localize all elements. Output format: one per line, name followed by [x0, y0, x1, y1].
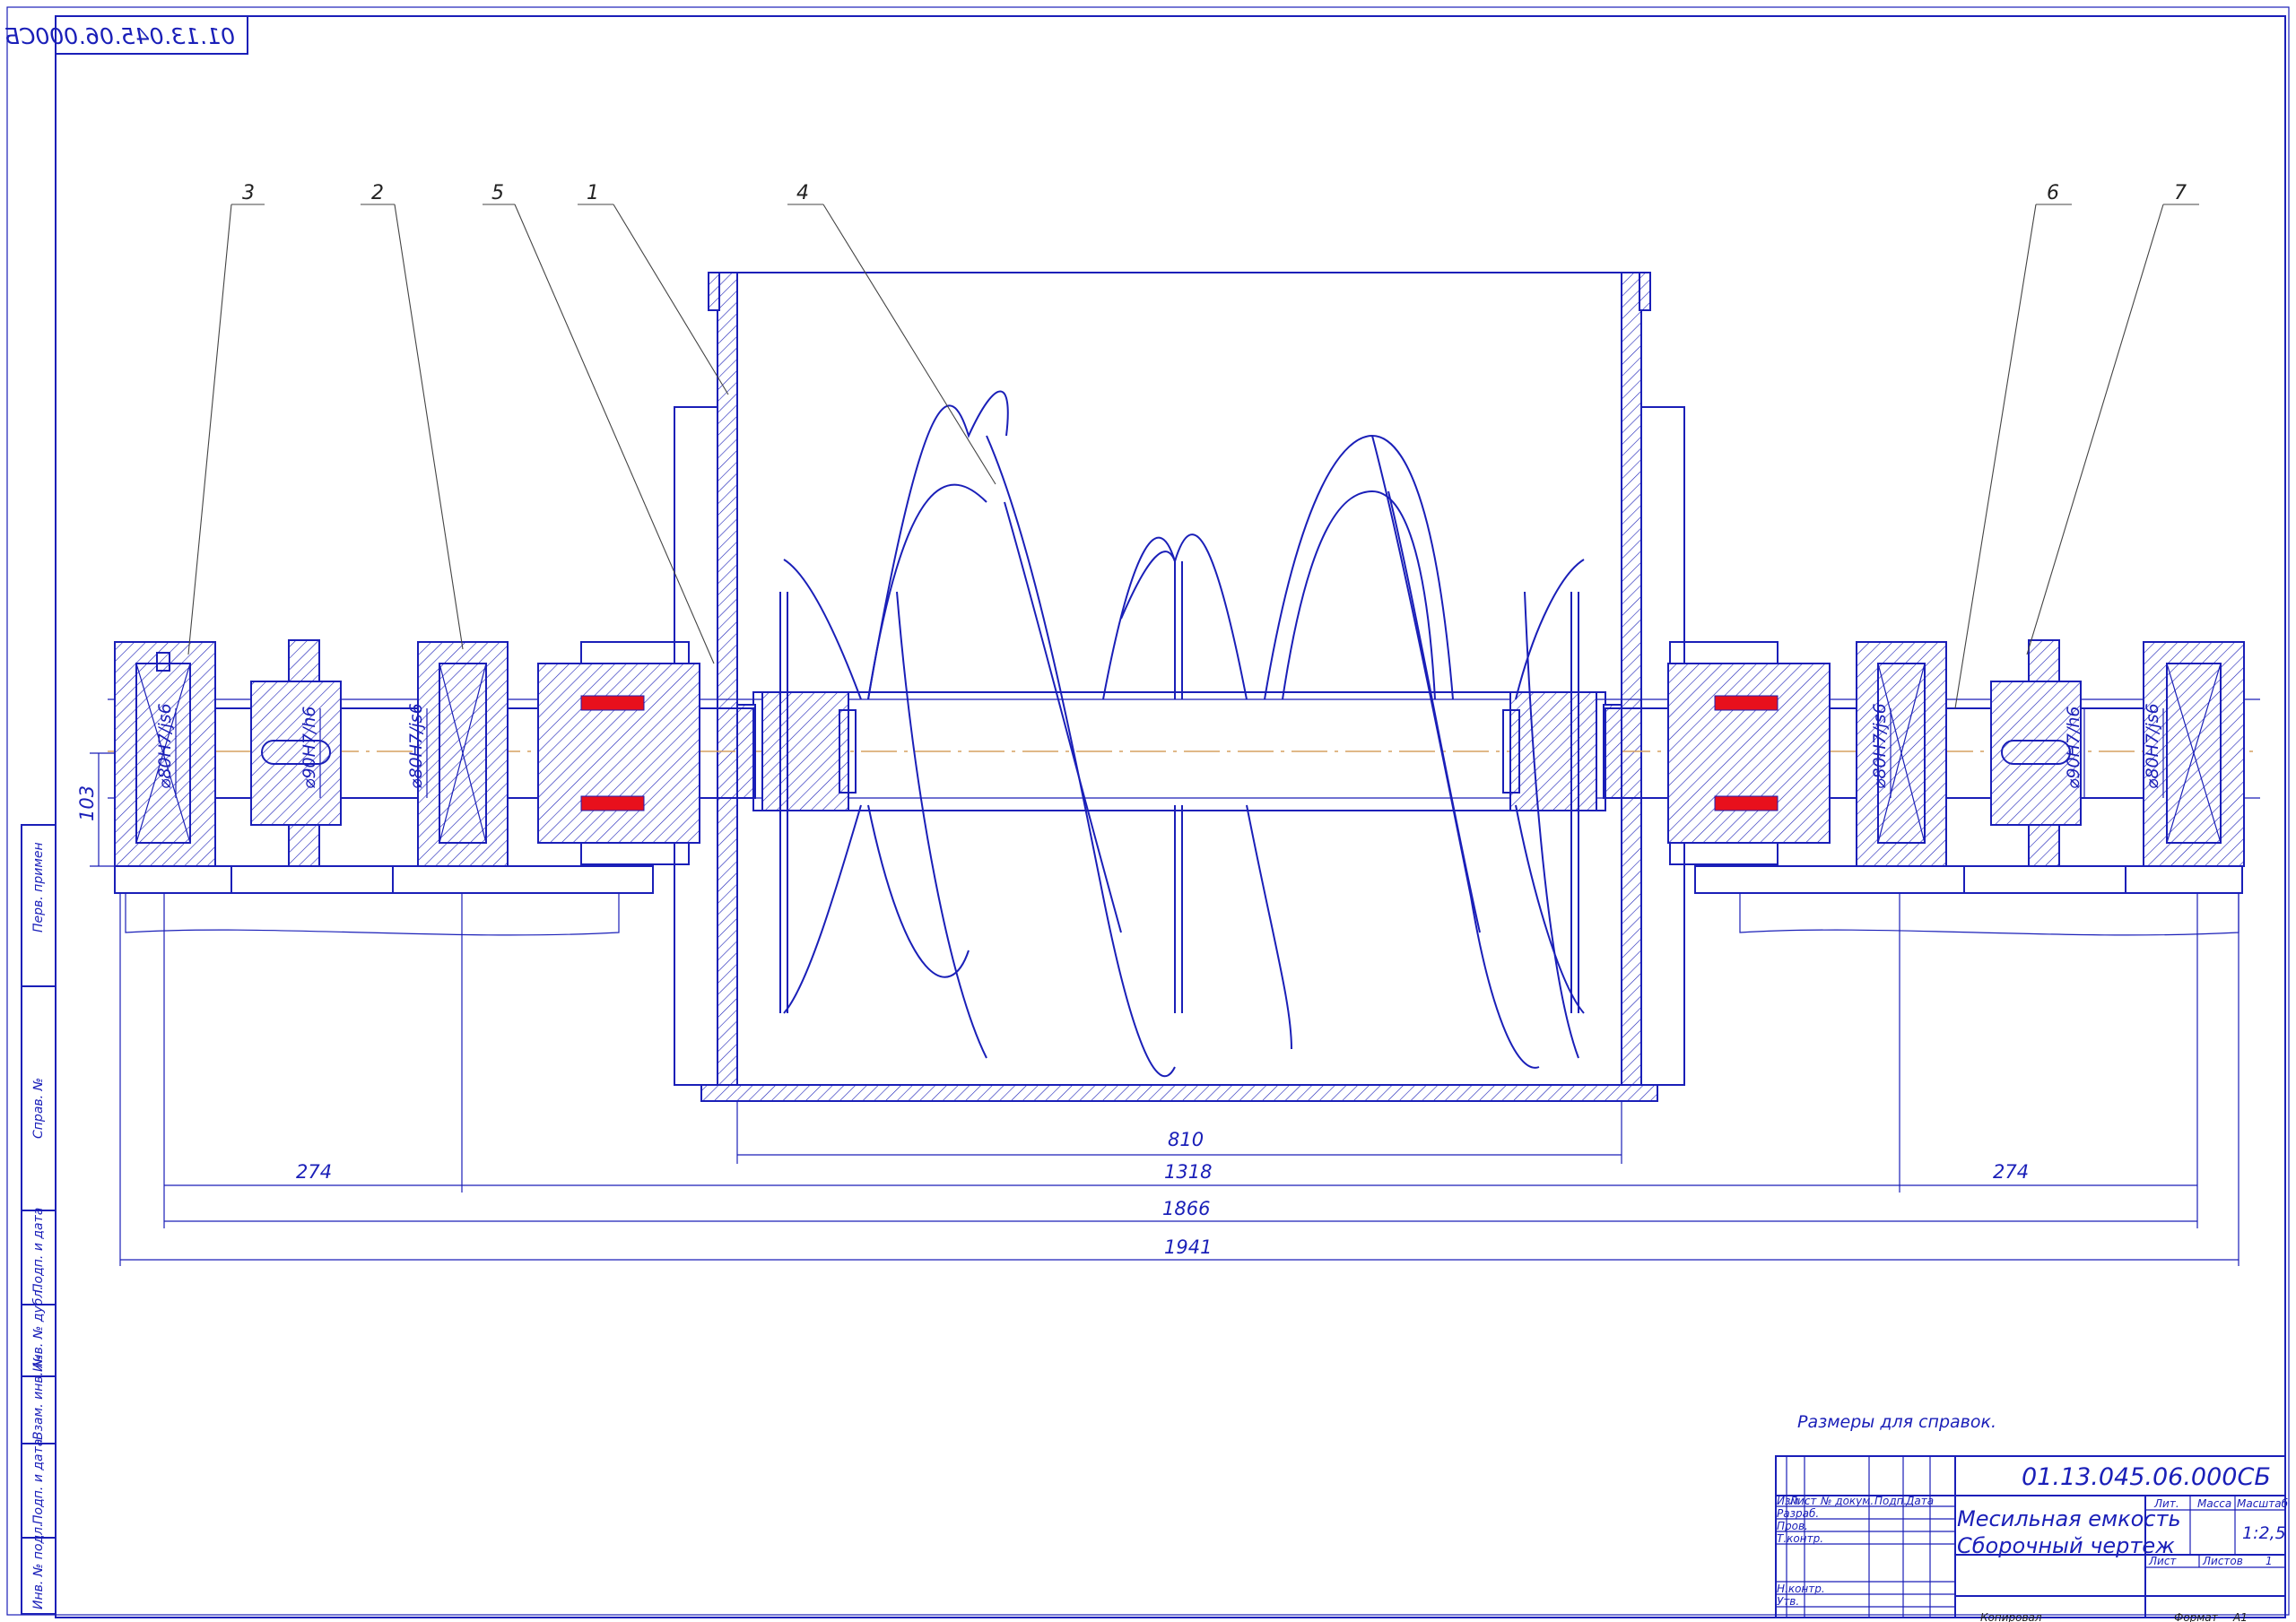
copied-label: Копировал: [1980, 1611, 2042, 1622]
role-label: Утв.: [1777, 1595, 1799, 1608]
fit-right-inner-bearing: ⌀80H7/js6: [1870, 703, 1890, 789]
sheets-label: Листов: [2202, 1555, 2243, 1567]
title-block: 01.13.045.06.000СБ Месильная емкость Сбо…: [1775, 1455, 2289, 1622]
title-block-code: 01.13.045.06.000СБ: [2022, 1463, 2271, 1491]
reference-note: Размеры для справок.: [1797, 1412, 1996, 1432]
format-label: Формат: [2174, 1611, 2219, 1622]
side-stamp-label: Инв. № подл.: [31, 1522, 46, 1609]
mass-label: Масса: [2197, 1497, 2231, 1510]
fit-left-inner-bearing: ⌀80H7/js6: [406, 703, 426, 789]
dim-1941: 1941: [1164, 1236, 1212, 1258]
auger-blades: [779, 390, 1585, 1078]
scale-value: 1:2,5: [2242, 1523, 2286, 1543]
role-label: Разраб.: [1777, 1507, 1819, 1520]
part-label-4: 4: [796, 182, 809, 204]
col-header: Подп.: [1874, 1495, 1907, 1507]
scale-label: Масштаб: [2237, 1497, 2289, 1510]
side-stamp-label: Взам. инв. №: [31, 1355, 46, 1440]
fit-right-bearing: ⌀80H7/js6: [2143, 703, 2162, 789]
dim-1866: 1866: [1162, 1198, 1210, 1219]
dim-810: 810: [1168, 1129, 1204, 1150]
dim-1318: 1318: [1164, 1161, 1212, 1183]
part-label-5: 5: [491, 182, 504, 204]
title-line-2: Сборочный чертеж: [1957, 1533, 2175, 1558]
fit-left-bearing: ⌀80H7/js6: [155, 703, 175, 789]
mirrored-code-box: 01.13.045.06.000СБ: [4, 15, 248, 55]
title-line-1: Месильная емкость: [1957, 1506, 2181, 1531]
part-label-6: 6: [2047, 182, 2059, 204]
drawing-frame: [55, 15, 2286, 1618]
part-label-3: 3: [242, 182, 255, 204]
format-value: A1: [2232, 1611, 2248, 1622]
col-header: Лист: [1788, 1495, 1817, 1507]
fit-right-pulley: ⌀90H7/h6: [2064, 706, 2083, 789]
dim-274-left: 274: [296, 1161, 332, 1183]
col-header: № докум.: [1820, 1495, 1874, 1507]
side-stamp-label: Подп. и дата: [31, 1208, 46, 1293]
lit-label: Лит.: [2153, 1497, 2179, 1510]
side-stamp-label: Подп. и дата: [31, 1439, 46, 1524]
part-label-1: 1: [587, 182, 599, 204]
mirrored-code-text: 01.13.045.06.000СБ: [4, 23, 235, 49]
tank-body: [674, 272, 1685, 1102]
role-label: Т.контр.: [1777, 1532, 1823, 1545]
dim-height-text: 103: [76, 785, 98, 821]
fit-left-pulley: ⌀90H7/h6: [300, 706, 319, 789]
horizontal-dimensions: 810 274 1318 274 1866 1941: [119, 893, 2239, 1266]
assembly-drawing: 01.13.045.06.000СБ Перв. примен Справ. №…: [4, 6, 2290, 1622]
col-header: Дата: [1905, 1495, 1934, 1507]
part-callouts: 3 2 5 1 4 6 7: [187, 182, 2199, 709]
left-shaft-assembly: [114, 639, 754, 936]
part-label-7: 7: [2174, 182, 2187, 204]
role-label: Пров.: [1777, 1520, 1808, 1532]
dim-274-right: 274: [1993, 1161, 2029, 1183]
dim-height: 103: [76, 752, 115, 867]
role-label: Н.контр.: [1777, 1583, 1825, 1595]
side-stamp-label: Справ. №: [31, 1078, 46, 1139]
sheets-count: 1: [2266, 1555, 2273, 1567]
part-label-2: 2: [371, 182, 384, 204]
sheet-label: Лист: [2148, 1555, 2177, 1567]
side-stamp-label: Перв. примен: [31, 842, 46, 932]
side-stamp: Перв. примен Справ. № Подп. и дата Инв. …: [21, 824, 57, 1615]
